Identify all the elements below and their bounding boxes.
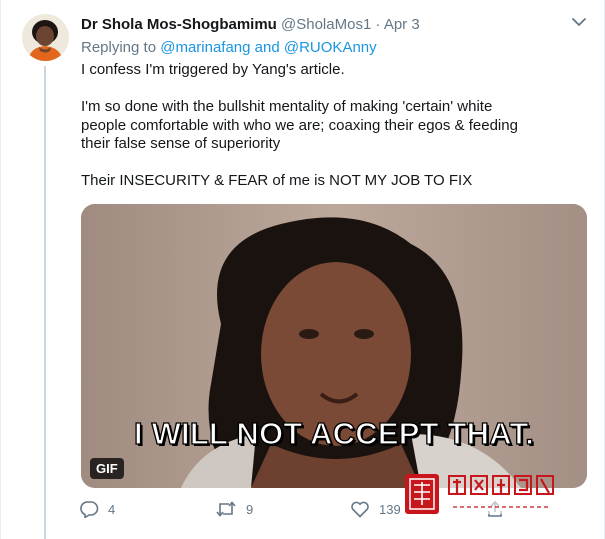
thread-line — [44, 66, 46, 539]
gif-media[interactable]: I WILL NOT ACCEPT THAT. GIF — [81, 204, 587, 488]
like-count: 139 — [379, 501, 401, 517]
reply-icon — [80, 501, 99, 518]
reply-count: 4 — [108, 501, 116, 517]
tweet-date[interactable]: Apr 3 — [384, 16, 420, 33]
left-border — [0, 0, 1, 539]
author-handle[interactable]: @SholaMos1 — [281, 16, 371, 33]
gif-badge: GIF — [90, 458, 124, 479]
retweet-count: 9 — [246, 501, 254, 517]
replying-to: Replying to @marinafang and @RUOKAnny — [81, 39, 377, 56]
tweet-line: I confess I'm triggered by Yang's articl… — [81, 61, 345, 78]
separator-dot: · — [375, 16, 381, 33]
reply-button[interactable]: 4 — [80, 499, 115, 519]
retweet-icon — [216, 501, 236, 517]
retweet-button[interactable]: 9 — [215, 499, 253, 519]
avatar[interactable] — [22, 14, 69, 61]
mention-link-1[interactable]: @marinafang — [160, 39, 250, 56]
avatar-image — [22, 14, 69, 61]
replying-prefix: Replying to — [81, 39, 157, 56]
like-button[interactable]: 139 — [350, 499, 401, 519]
author-name[interactable]: Dr Shola Mos-Shogbamimu — [81, 16, 277, 33]
gif-caption: I WILL NOT ACCEPT THAT. — [133, 415, 535, 451]
like-icon — [351, 501, 369, 518]
tweet-line: I'm so done with the bullshit mentality … — [81, 98, 493, 115]
tweet-line: Their INSECURITY & FEAR of me is NOT MY … — [81, 172, 473, 189]
chevron-down-icon[interactable] — [570, 15, 588, 29]
mention-link-2[interactable]: @RUOKAnny — [284, 39, 377, 56]
watermark-logo — [405, 474, 554, 514]
tweet-line: people comfortable with who we are; coax… — [81, 116, 518, 134]
replying-and[interactable]: and — [255, 39, 280, 56]
tweet-header: Dr Shola Mos-Shogbamimu @SholaMos1 · Apr… — [81, 16, 420, 33]
tweet-text: I confess I'm triggered by Yang's articl… — [81, 61, 581, 191]
tweet-line: their false sense of superiority — [81, 135, 281, 152]
